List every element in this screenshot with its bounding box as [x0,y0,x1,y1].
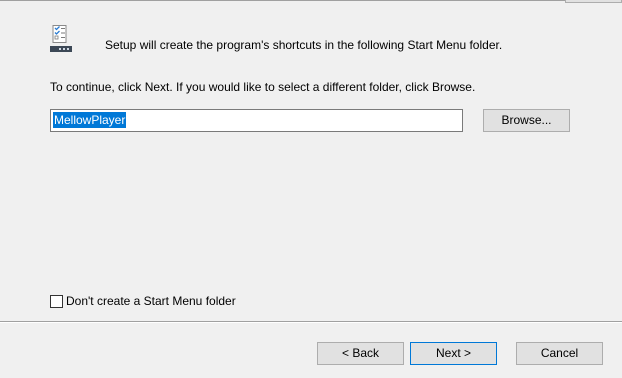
header-description: Setup will create the program's shortcut… [105,38,503,52]
window-top-border [0,0,622,1]
dont-create-folder-checkbox[interactable] [50,294,63,308]
folder-input-value: MellowPlayer [53,112,127,128]
back-button[interactable]: < Back [317,342,404,365]
instruction-text: To continue, click Next. If you would li… [50,80,476,94]
footer-divider-highlight [0,322,622,323]
cancel-button[interactable]: Cancel [516,342,603,365]
dont-create-folder-option[interactable]: Don't create a Start Menu folder [50,293,236,309]
start-menu-folder-input[interactable]: MellowPlayer [50,109,463,132]
browse-button[interactable]: Browse... [483,109,570,132]
start-menu-shortcuts-icon [50,25,72,53]
dont-create-folder-label[interactable]: Don't create a Start Menu folder [66,294,236,308]
top-partial-control [565,0,622,3]
next-button[interactable]: Next > [410,342,497,365]
